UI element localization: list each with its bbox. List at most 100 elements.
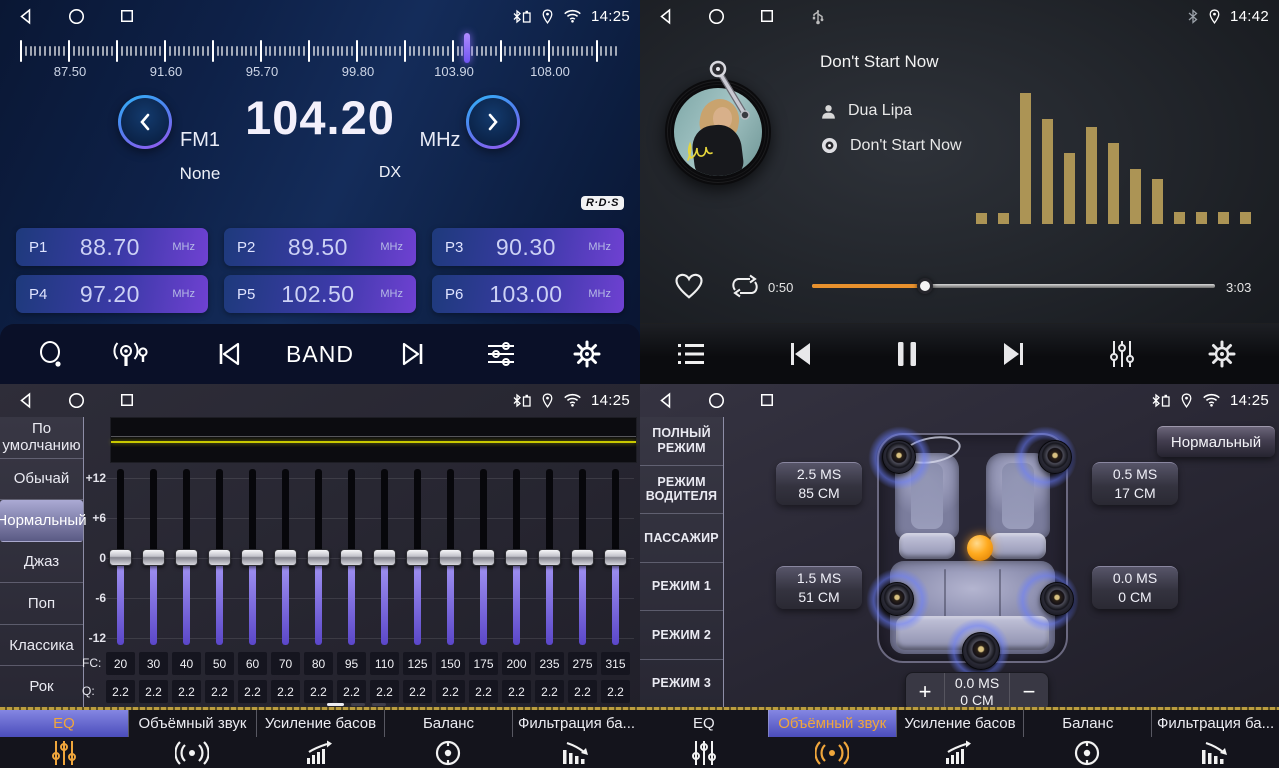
tab-filter[interactable]: Фильтрация ба... (1151, 710, 1279, 768)
tab-surround[interactable]: Объёмный звук (768, 710, 896, 768)
tab-bass-boost[interactable]: Усиление басов (896, 710, 1024, 768)
sound-mode-item[interactable]: РЕЖИМ 1 (640, 563, 723, 612)
nav-home-button[interactable] (65, 5, 87, 27)
eq-slider-handle[interactable] (241, 549, 264, 566)
tab-eq[interactable]: EQ (0, 710, 128, 768)
preset-button-p2[interactable]: P289.50MHz (224, 228, 416, 266)
delay-decrease-button[interactable]: − (1010, 673, 1048, 711)
eq-slider-handle[interactable] (472, 549, 495, 566)
tuner-dial[interactable] (20, 36, 620, 66)
broadcast-icon (111, 339, 151, 369)
tab-eq[interactable]: EQ (640, 710, 768, 768)
fc-value: 60 (238, 652, 267, 675)
eq-preset-item[interactable]: Поп (0, 583, 83, 625)
dial-tick (514, 46, 516, 56)
tune-up-button[interactable] (466, 95, 520, 149)
next-station-button[interactable] (388, 324, 438, 384)
progress-thumb[interactable] (917, 278, 933, 294)
eq-slider-handle[interactable] (142, 549, 165, 566)
eq-slider-handle[interactable] (274, 549, 297, 566)
sound-mode-item[interactable]: РЕЖИМ 3 (640, 660, 723, 708)
spectrum-bar (1042, 119, 1053, 224)
sound-mode-item[interactable]: РЕЖИМ ВОДИТЕЛЯ (640, 466, 723, 515)
nav-back-button[interactable] (14, 389, 36, 411)
preset-button-p5[interactable]: P5102.50MHz (224, 275, 416, 313)
eq-preset-item[interactable]: Классика (0, 625, 83, 667)
tab-surround[interactable]: Объёмный звук (128, 710, 256, 768)
tab-label: Фильтрация ба... (512, 710, 640, 737)
eq-slider-handle[interactable] (340, 549, 363, 566)
dial-frequency-label: 99.80 (323, 64, 393, 79)
listening-position-marker[interactable] (967, 535, 993, 561)
bluetooth-battery-icon (511, 393, 532, 408)
sound-mode-item[interactable]: ПОЛНЫЙ РЕЖИМ (640, 417, 723, 466)
eq-slider-handle[interactable] (307, 549, 330, 566)
rear-left-delay-button[interactable]: 1.5 MS51 CM (776, 566, 862, 609)
prev-track-button[interactable] (776, 324, 826, 384)
scan-button[interactable] (104, 324, 158, 384)
search-button[interactable] (30, 324, 74, 384)
nav-recents-button[interactable] (756, 5, 778, 27)
spectrum-visualizer (976, 88, 1272, 224)
preset-button-p3[interactable]: P390.30MHz (432, 228, 624, 266)
delay-increase-button[interactable]: + (906, 673, 944, 711)
front-left-delay-button[interactable]: 2.5 MS85 CM (776, 462, 862, 505)
tab-label: Баланс (384, 710, 512, 737)
eq-slider-handle[interactable] (604, 549, 627, 566)
nav-recents-button[interactable] (116, 5, 138, 27)
tab-balance[interactable]: Баланс (1023, 710, 1151, 768)
tab-bass-boost[interactable]: Усиление басов (256, 710, 384, 768)
front-right-delay-button[interactable]: 0.5 MS17 CM (1092, 462, 1178, 505)
eq-slider-handle[interactable] (538, 549, 561, 566)
dial-tick (332, 46, 334, 56)
nav-home-button[interactable] (705, 389, 727, 411)
settings-button[interactable] (564, 324, 610, 384)
eq-settings-button[interactable] (1098, 324, 1146, 384)
nav-home-button[interactable] (705, 5, 727, 27)
playlist-button[interactable] (668, 324, 714, 384)
nav-back-button[interactable] (14, 5, 36, 27)
eq-slider-handle[interactable] (571, 549, 594, 566)
prev-station-button[interactable] (204, 324, 254, 384)
eq-preset-item[interactable]: Джаз (0, 542, 83, 584)
tune-down-button[interactable] (118, 95, 172, 149)
eq-slider-handle[interactable] (406, 549, 429, 566)
sound-preset-button[interactable]: Нормальный (1157, 426, 1275, 457)
eq-slider-handle[interactable] (208, 549, 231, 566)
nav-back-button[interactable] (654, 5, 676, 27)
eq-slider-handle[interactable] (109, 549, 132, 566)
tab-balance[interactable]: Баланс (384, 710, 512, 768)
band-button[interactable]: BAND (274, 324, 366, 384)
eq-preset-item[interactable]: По умолчанию (0, 417, 83, 459)
radio-screen: 14:25 87.5091.6095.7099.80103.90108.00 F… (0, 0, 640, 384)
eq-slider-handle[interactable] (439, 549, 462, 566)
nav-back-button[interactable] (654, 389, 676, 411)
q-value: 2.2 (436, 680, 465, 703)
progress-bar[interactable] (812, 284, 1215, 288)
sound-mode-item[interactable]: РЕЖИМ 2 (640, 611, 723, 660)
preset-button-p1[interactable]: P188.70MHz (16, 228, 208, 266)
settings-button[interactable] (1198, 324, 1246, 384)
preset-button-p6[interactable]: P6103.00MHz (432, 275, 624, 313)
eq-settings-button[interactable] (478, 324, 524, 384)
favorite-button[interactable] (674, 272, 704, 300)
nav-recents-button[interactable] (756, 389, 778, 411)
eq-slider-handle[interactable] (175, 549, 198, 566)
tab-filter[interactable]: Фильтрация ба... (512, 710, 640, 768)
next-track-button[interactable] (988, 324, 1038, 384)
sound-mode-item[interactable]: ПАССАЖИР (640, 514, 723, 563)
preset-button-p4[interactable]: P497.20MHz (16, 275, 208, 313)
eq-preset-selected[interactable]: Нормальный (0, 500, 83, 542)
dial-tick (111, 46, 113, 56)
repeat-button[interactable] (728, 272, 762, 300)
rear-right-delay-button[interactable]: 0.0 MS0 CM (1092, 566, 1178, 609)
eq-slider-handle[interactable] (373, 549, 396, 566)
pause-button[interactable] (882, 324, 932, 384)
eq-preset-item[interactable]: Обычай (0, 459, 83, 501)
nav-recents-button[interactable] (116, 389, 138, 411)
eq-preset-item[interactable]: Рок (0, 666, 83, 707)
dial-tick (207, 46, 209, 56)
eq-slider-handle[interactable] (505, 549, 528, 566)
nav-home-button[interactable] (65, 389, 87, 411)
q-value: 2.2 (172, 680, 201, 703)
